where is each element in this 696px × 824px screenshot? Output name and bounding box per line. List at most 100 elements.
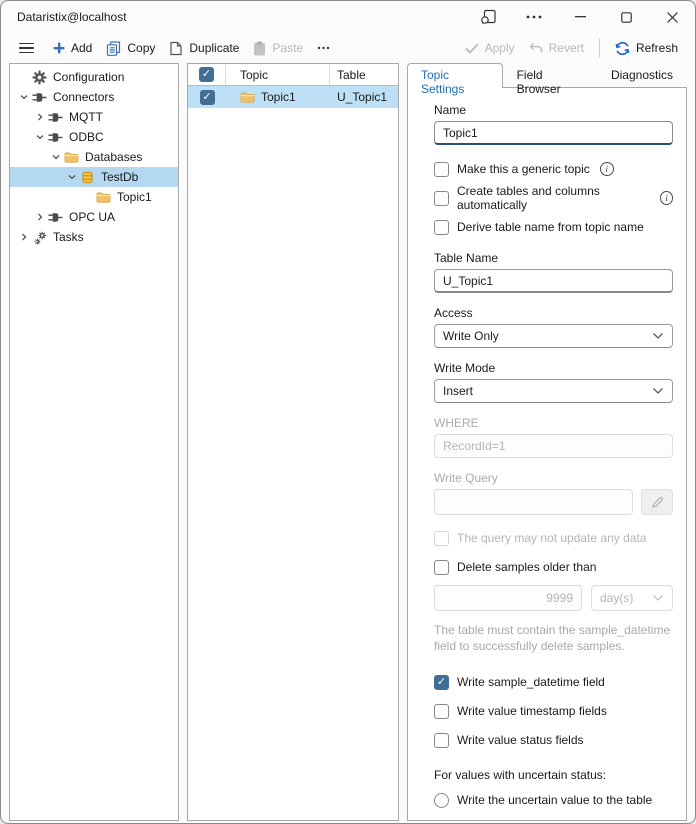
- tab-diagnostics[interactable]: Diagnostics: [597, 63, 687, 87]
- gear-icon: [31, 70, 48, 85]
- chevron-down-icon[interactable]: [48, 152, 63, 162]
- tree-item-label: TestDb: [101, 170, 139, 184]
- uncertain-radio-1[interactable]: [434, 792, 449, 808]
- query-no-update-checkbox[interactable]: [434, 530, 449, 546]
- close-button[interactable]: [649, 1, 695, 33]
- table-column-header[interactable]: Table: [330, 68, 398, 82]
- chevron-down-icon: [653, 388, 663, 394]
- tree-item-configuration[interactable]: Configuration: [10, 67, 178, 87]
- add-button[interactable]: Add: [46, 38, 99, 58]
- tree-item-odbc[interactable]: ODBC: [10, 127, 178, 147]
- tree-item-tasks[interactable]: Tasks: [10, 227, 178, 247]
- paste-button[interactable]: Paste: [246, 38, 310, 59]
- topic-list: ✓ Topic Table ✓ Topic1 U_Topic1: [187, 63, 399, 821]
- refresh-button[interactable]: Refresh: [608, 38, 685, 59]
- row-checkbox[interactable]: ✓: [199, 89, 215, 105]
- name-label: Name: [434, 103, 467, 117]
- where-input[interactable]: [434, 434, 673, 458]
- more-options-icon[interactable]: [511, 1, 557, 33]
- delete-older-checkbox[interactable]: [434, 559, 449, 575]
- chevron-right-icon[interactable]: [16, 232, 31, 242]
- table-row[interactable]: ✓ Topic1 U_Topic1: [188, 86, 398, 108]
- tab-topic-settings[interactable]: Topic Settings: [407, 63, 503, 96]
- delete-age-input[interactable]: [434, 585, 582, 611]
- write-status-option[interactable]: Write value status fields: [434, 729, 673, 751]
- write-sample-label: Write sample_datetime field: [457, 675, 605, 689]
- derive-name-option[interactable]: Derive table name from topic name: [434, 216, 673, 238]
- write-status-checkbox[interactable]: [434, 732, 449, 748]
- tree-item-opcua[interactable]: OPC UA: [10, 207, 178, 227]
- menu-icon[interactable]: [11, 39, 42, 58]
- write-query-row: [434, 489, 673, 515]
- copy-button[interactable]: Copy: [99, 38, 162, 59]
- info-icon[interactable]: i: [660, 191, 673, 205]
- tree-item-testdb[interactable]: TestDb: [10, 167, 178, 187]
- paste-label: Paste: [272, 41, 304, 55]
- uncertain-option-1[interactable]: Write the uncertain value to the table: [434, 789, 673, 811]
- tab-field-browser[interactable]: Field Browser: [503, 63, 597, 96]
- write-sample-option[interactable]: ✓ Write sample_datetime field: [434, 671, 673, 693]
- chevron-down-icon[interactable]: [64, 172, 79, 182]
- plug-icon: [47, 110, 64, 125]
- chevron-down-icon[interactable]: [32, 132, 47, 142]
- name-input[interactable]: [434, 121, 673, 145]
- write-status-label: Write value status fields: [457, 733, 584, 747]
- generic-topic-option[interactable]: Make this a generic topic i: [434, 158, 673, 180]
- topic-column-header[interactable]: Topic: [226, 64, 330, 85]
- chevron-down-icon: [653, 333, 663, 339]
- topic-settings-form: Name Make this a generic topic i Create …: [407, 87, 687, 821]
- chevron-down-icon: [653, 595, 663, 601]
- uncertain-option-2[interactable]: Write Null values to the table: [434, 818, 673, 820]
- search-window-icon[interactable]: [465, 1, 511, 33]
- tree-item-connectors[interactable]: Connectors: [10, 87, 178, 107]
- apply-button[interactable]: Apply: [458, 38, 522, 58]
- select-all-checkbox[interactable]: ✓: [199, 67, 214, 82]
- info-icon[interactable]: i: [599, 162, 614, 176]
- title-bar: Dataristix@localhost: [1, 1, 695, 33]
- chevron-right-icon[interactable]: [32, 112, 47, 122]
- generic-topic-checkbox[interactable]: [434, 161, 449, 177]
- refresh-label: Refresh: [635, 41, 678, 55]
- delete-hint-text: The table must contain the sample_dateti…: [434, 623, 671, 653]
- create-tables-checkbox[interactable]: [434, 190, 449, 206]
- row-topic-cell: Topic1: [226, 86, 330, 108]
- revert-button[interactable]: Revert: [522, 38, 591, 58]
- chevron-right-icon[interactable]: [32, 212, 47, 222]
- tree-item-label: MQTT: [69, 110, 103, 124]
- table-name-input[interactable]: [434, 269, 673, 293]
- row-table-value: U_Topic1: [337, 90, 388, 104]
- write-mode-dropdown[interactable]: Insert: [434, 379, 673, 403]
- folder-icon: [63, 150, 80, 165]
- main-area: Configuration Connectors MQTT ODBC Datab: [1, 63, 695, 823]
- add-label: Add: [71, 41, 93, 55]
- query-no-update-option[interactable]: The query may not update any data: [434, 527, 673, 549]
- duplicate-label: Duplicate: [189, 41, 240, 55]
- tree-item-topic1[interactable]: Topic1: [10, 187, 178, 207]
- write-sample-checkbox[interactable]: ✓: [434, 674, 449, 690]
- access-label: Access: [434, 306, 473, 320]
- write-query-input[interactable]: [434, 489, 633, 515]
- window-title: Dataristix@localhost: [17, 10, 127, 24]
- row-topic-value: Topic1: [261, 90, 296, 104]
- create-tables-option[interactable]: Create tables and columns automatically …: [434, 184, 673, 212]
- write-ts-checkbox[interactable]: [434, 703, 449, 719]
- minimize-button[interactable]: [557, 1, 603, 33]
- write-fields-group: ✓ Write sample_datetime field Write valu…: [434, 671, 673, 751]
- tree-item-databases[interactable]: Databases: [10, 147, 178, 167]
- access-dropdown[interactable]: Write Only: [434, 324, 673, 348]
- delete-older-option[interactable]: Delete samples older than: [434, 556, 673, 578]
- derive-name-checkbox[interactable]: [434, 219, 449, 235]
- duplicate-button[interactable]: Duplicate: [162, 38, 246, 59]
- access-value: Write Only: [443, 329, 499, 343]
- app-window: Dataristix@localhost Add Copy Duplicate …: [0, 0, 696, 824]
- toolbar-more-icon[interactable]: [310, 43, 337, 53]
- row-checkbox-cell: ✓: [188, 86, 226, 108]
- folder-icon: [95, 190, 112, 205]
- write-ts-option[interactable]: Write value timestamp fields: [434, 700, 673, 722]
- maximize-button[interactable]: [603, 1, 649, 33]
- tree-item-mqtt[interactable]: MQTT: [10, 107, 178, 127]
- edit-query-button[interactable]: [641, 489, 673, 515]
- delete-unit-dropdown[interactable]: day(s): [591, 585, 673, 611]
- plug-icon: [47, 130, 64, 145]
- chevron-down-icon[interactable]: [16, 92, 31, 102]
